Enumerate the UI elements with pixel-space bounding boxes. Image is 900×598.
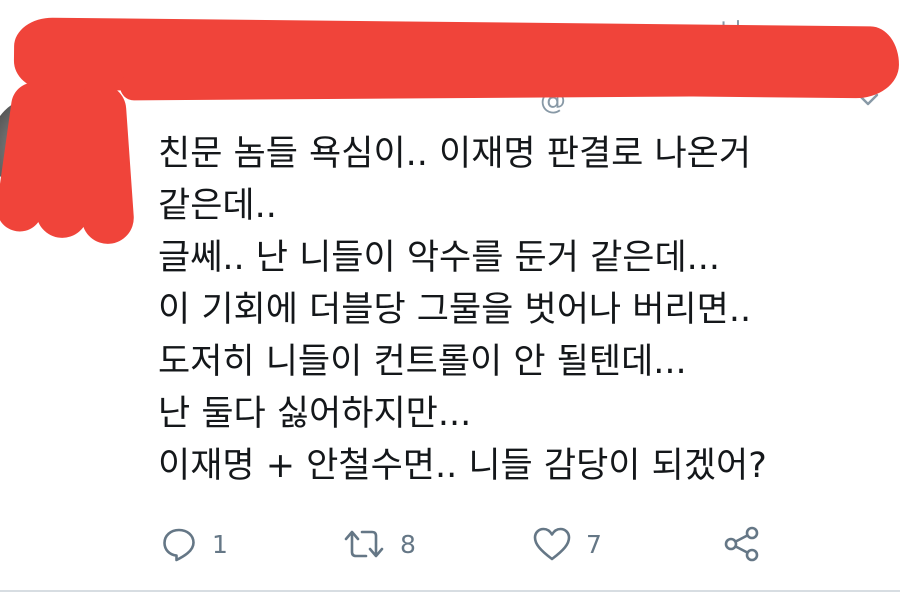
like-count: 7 xyxy=(586,529,602,559)
tweet-body: 친문 놈들 욕심이.. 이재명 판결로 나온거 같은데.. 글쎄.. 난 니들이… xyxy=(158,128,878,492)
tweet-body-line: 친문 놈들 욕심이.. 이재명 판결로 나온거 xyxy=(158,134,752,174)
reply-icon xyxy=(163,528,195,562)
heart-icon xyxy=(533,527,571,561)
share-icon xyxy=(724,526,759,562)
share-button[interactable] xyxy=(722,522,762,566)
tweet-body-line: 이 기회에 더블당 그물을 벗어나 버리면.. xyxy=(158,290,752,330)
retweet-count: 8 xyxy=(400,529,416,559)
redaction-mark-avatar-3 xyxy=(72,82,136,246)
reply-button[interactable]: 1 xyxy=(160,522,228,566)
like-button[interactable]: 7 xyxy=(532,522,602,566)
divider xyxy=(0,590,900,592)
tweet-body-line: 이재명 + 안철수면.. 니들 감당이 되겠어? xyxy=(158,446,767,486)
retweet-icon xyxy=(344,530,384,558)
tweet-body-line: 글쎄.. 난 니들이 악수를 둔거 같은데... xyxy=(158,238,721,278)
tweet-action-bar: 1 8 7 xyxy=(156,522,796,566)
tweet-card: 님 @ 친문 놈들 욕심이.. 이재명 판결로 나온거 같은데.. 글쎄.. 난… xyxy=(0,0,900,598)
tweet-body-line: 같은데.. xyxy=(158,186,277,226)
reply-count: 1 xyxy=(212,529,228,559)
tweet-body-line: 도저히 니들이 컨트롤이 안 될텐데... xyxy=(158,342,687,382)
tweet-body-line: 난 둘다 싫어하지만... xyxy=(158,394,472,434)
redaction-mark-header-lower xyxy=(119,67,821,101)
retweet-button[interactable]: 8 xyxy=(342,522,416,566)
